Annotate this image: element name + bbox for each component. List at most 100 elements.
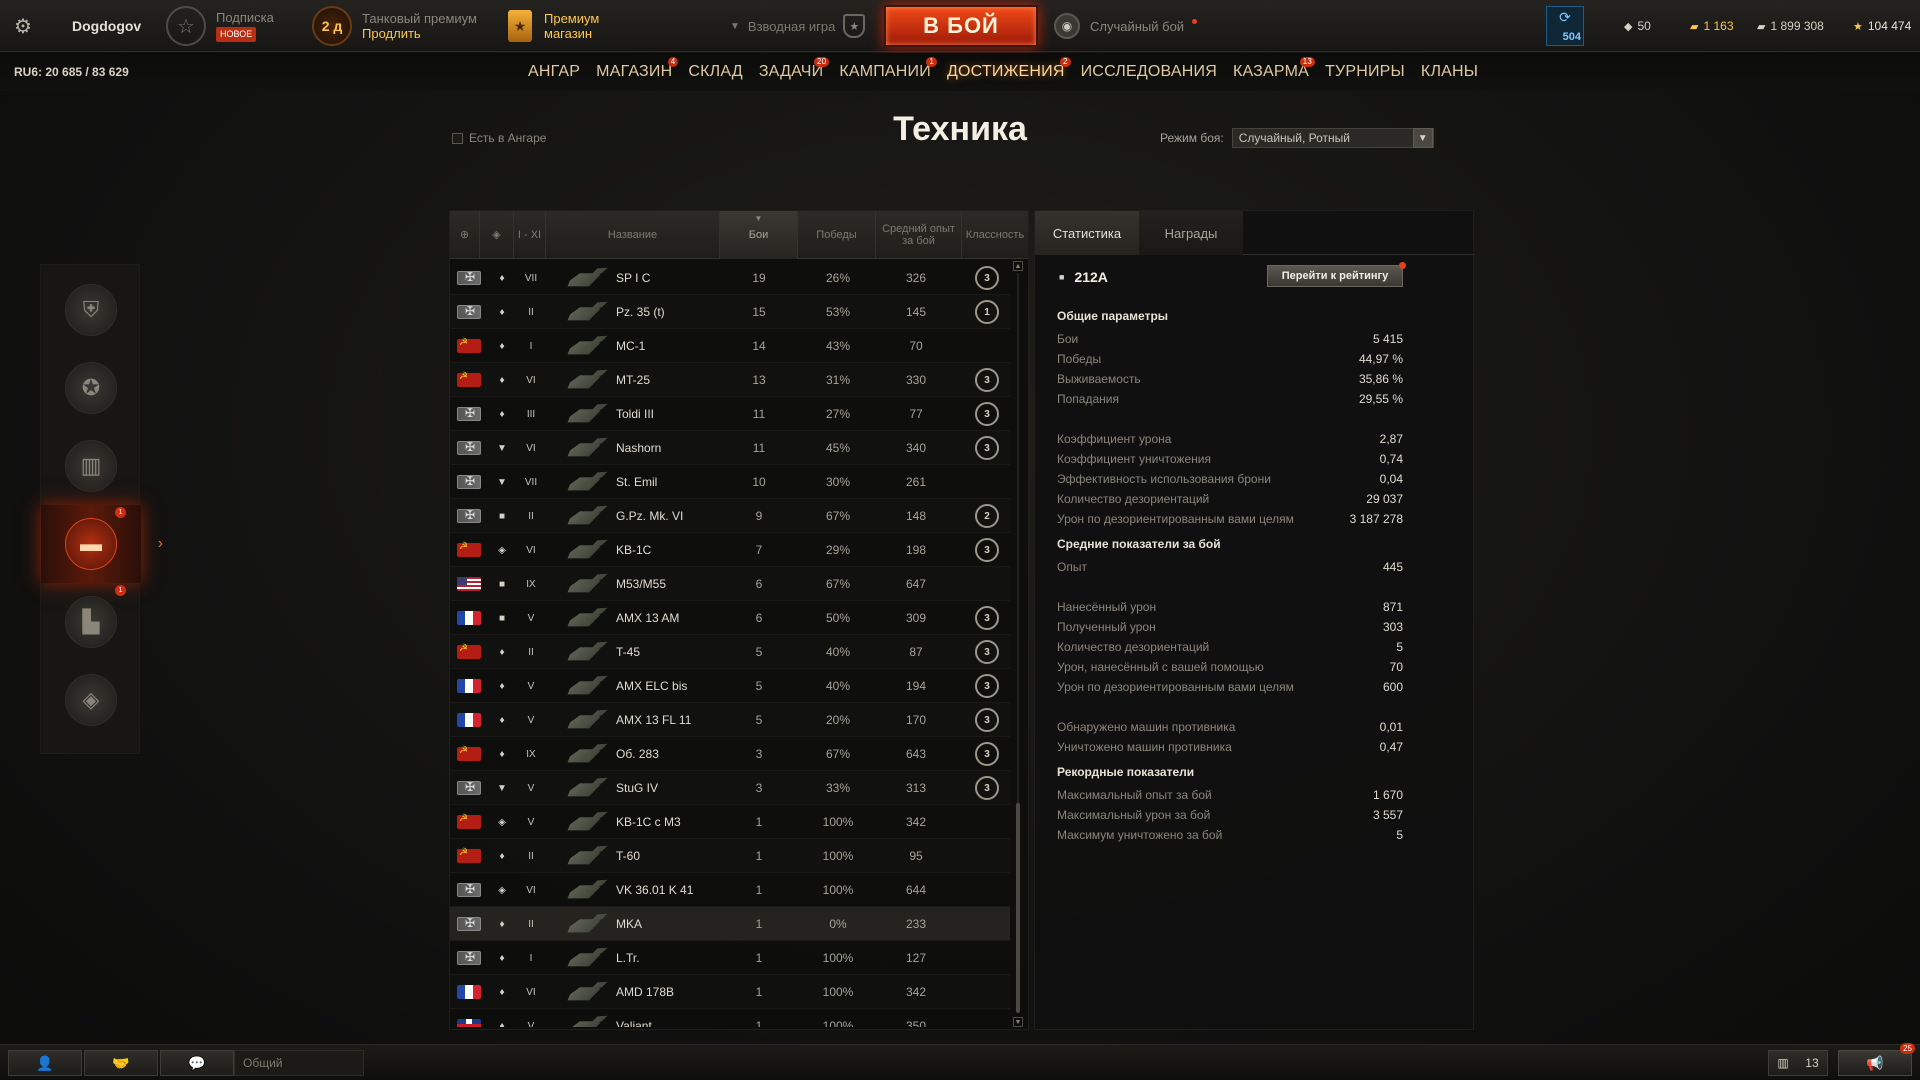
in-hangar-checkbox[interactable]	[452, 132, 463, 144]
vehicle-name: AMD 178B	[616, 985, 675, 999]
experience-box[interactable]: ⟳ 504	[1546, 6, 1584, 46]
nav-item[interactable]: ТУРНИРЫ	[1325, 63, 1405, 81]
battle-mode-dropdown[interactable]: Случайный, Ротный ▼	[1231, 128, 1434, 148]
table-row[interactable]: ♦ V Valiant 1 100% 350	[450, 1009, 1010, 1027]
nav-item[interactable]: КАМПАНИИ 1	[839, 57, 937, 81]
nav-item[interactable]: ИССЛЕДОВАНИЯ	[1081, 63, 1217, 81]
table-row[interactable]: ♦ V AMX ELC bis 5 40% 194 3	[450, 669, 1010, 703]
nav-item[interactable]: КАЗАРМА 13	[1233, 57, 1316, 81]
avg-xp: 261	[905, 475, 927, 489]
table-row[interactable]: ▼ VII St. Emil 10 30% 261	[450, 465, 1010, 499]
table-scrollbar[interactable]: ▲ ▼	[1013, 251, 1023, 1031]
nav-item[interactable]: АНГАР	[528, 63, 580, 81]
free-xp-currency[interactable]: ★ 104 474	[1853, 0, 1911, 52]
table-row[interactable]: ■ II G.Pz. Mk. VI 9 67% 148 2	[450, 499, 1010, 533]
nation-flag	[456, 601, 482, 635]
flag-icon	[457, 541, 481, 557]
nav-item[interactable]: ЗАДАЧИ 20	[759, 57, 830, 81]
sidebar-item-summary[interactable]: ⛨	[41, 271, 141, 349]
win-rate: 29%	[825, 543, 851, 557]
tab-statistics[interactable]: Статистика	[1035, 211, 1139, 255]
wins-column-header[interactable]: Победы	[798, 211, 876, 259]
sidebar-item-layers[interactable]: ◈	[41, 661, 141, 739]
nation-flag	[456, 771, 482, 805]
stat-label: Эффективность использования брони	[1057, 472, 1271, 486]
sidebar-item-vehicles[interactable]: ▬ 1 ›	[41, 505, 163, 583]
stats-tabs: Статистика Награды	[1035, 211, 1475, 255]
scroll-down-arrow-icon[interactable]: ▼	[1013, 1017, 1023, 1027]
tank-icon	[562, 465, 618, 499]
avg-xp-column-header[interactable]: Средний опыт за бой	[876, 211, 962, 259]
table-row[interactable]: ▼ VI Nashorn 11 45% 340 3	[450, 431, 1010, 465]
nav-item[interactable]: КЛАНЫ	[1421, 63, 1478, 81]
battles-count: 1	[755, 985, 763, 999]
sidebar-item-statistics[interactable]: ▥	[41, 427, 141, 505]
stat-value: 5	[1396, 828, 1403, 842]
sidebar-item-awards[interactable]: ✪	[41, 349, 141, 427]
nation-flag	[456, 567, 482, 601]
table-row[interactable]: ■ IX M53/M55 6 67% 647	[450, 567, 1010, 601]
win-rate: 67%	[825, 509, 851, 523]
nav-item[interactable]: ДОСТИЖЕНИЯ 2	[947, 57, 1071, 81]
referral-button[interactable]: 🤝	[84, 1050, 158, 1076]
table-row[interactable]: ♦ IX Об. 283 3 67% 643 3	[450, 737, 1010, 771]
table-row[interactable]: ♦ II T-45 5 40% 87 3	[450, 635, 1010, 669]
top-bar: ⚙ Dogdogov ☆ Подписка НОВОЕ 2 д Танковый…	[0, 0, 1920, 52]
table-row[interactable]: ◈ VI KB-1C 7 29% 198 3	[450, 533, 1010, 567]
session-count: 13	[1805, 1056, 1819, 1070]
platoon-button[interactable]: ▼ Взводная игра ★	[730, 0, 866, 52]
mastery-cell: 3	[962, 771, 1010, 805]
table-row[interactable]: ♦ I L.Tr. 1 100% 127	[450, 941, 1010, 975]
name-column-header[interactable]: Название	[546, 211, 720, 259]
battle-button[interactable]: В БОЙ	[884, 5, 1038, 47]
battles-count: 14	[752, 339, 766, 353]
settings-gear-icon[interactable]: ⚙	[10, 0, 36, 52]
table-row[interactable]: ♦ II MKA 1 0% 233	[450, 907, 1010, 941]
subscription-button[interactable]: ☆ Подписка НОВОЕ	[166, 0, 274, 52]
stat-row: Опыт 445	[1057, 557, 1403, 577]
username[interactable]: Dogdogov	[72, 0, 141, 52]
nav-item[interactable]: МАГАЗИН 4	[596, 57, 679, 81]
in-hangar-filter[interactable]: Есть в Ангаре	[452, 131, 546, 145]
notifications-button[interactable]: 📢 25	[1838, 1043, 1915, 1076]
go-to-rating-button[interactable]: Перейти к рейтингу	[1267, 262, 1406, 287]
battle-mode-dropdown-value: Случайный, Ротный	[1238, 131, 1350, 145]
session-stats-button[interactable]: ▥ 13	[1768, 1050, 1828, 1076]
table-row[interactable]: ◈ VI VK 36.01 K 41 1 100% 644	[450, 873, 1010, 907]
battles-column-header[interactable]: ▼ Бои	[720, 211, 798, 259]
vehicle-tier: II	[528, 306, 534, 318]
table-row[interactable]: ♦ II Pz. 35 (t) 15 53% 145 1	[450, 295, 1010, 329]
scroll-thumb[interactable]	[1016, 803, 1020, 1013]
table-row[interactable]: ♦ VII SP I C 19 26% 326 3	[450, 261, 1010, 295]
table-row[interactable]: ♦ III Toldi III 11 27% 77 3	[450, 397, 1010, 431]
bonds-currency[interactable]: ◆ 50	[1624, 0, 1651, 52]
table-row[interactable]: ♦ VI MT-25 13 31% 330 3	[450, 363, 1010, 397]
win-rate: 67%	[825, 747, 851, 761]
table-row[interactable]: ▼ V StuG IV 3 33% 313 3	[450, 771, 1010, 805]
tank-premium-button[interactable]: 2 д Танковый премиум Продлить	[312, 0, 477, 52]
nation-column-header[interactable]: ⊕	[450, 211, 480, 259]
scroll-up-arrow-icon[interactable]: ▲	[1013, 261, 1023, 271]
gold-currency[interactable]: ▰ 1 163	[1690, 0, 1734, 52]
table-row[interactable]: ■ V AMX 13 AM 6 50% 309 3	[450, 601, 1010, 635]
chat-button[interactable]: 💬	[160, 1050, 234, 1076]
table-row[interactable]: ♦ I MC-1 14 43% 70	[450, 329, 1010, 363]
stat-label: Опыт	[1057, 560, 1087, 574]
type-column-header[interactable]: ◈	[480, 211, 514, 259]
credits-currency[interactable]: ▰ 1 899 308	[1757, 0, 1824, 52]
table-row[interactable]: ♦ II T-60 1 100% 95	[450, 839, 1010, 873]
tab-awards[interactable]: Награды	[1139, 211, 1243, 255]
sidebar-item-ranks[interactable]: ▙ 1	[41, 583, 141, 661]
table-row[interactable]: ◈ V KB-1C с M3 1 100% 342	[450, 805, 1010, 839]
battle-mode-selector[interactable]: ◉ Случайный бой	[1054, 0, 1198, 52]
vehicle-name: Pz. 35 (t)	[616, 305, 665, 319]
premium-shop-button[interactable]: ★ Премиум магазин	[508, 0, 599, 52]
vehicle-name: AMX 13 FL 11	[616, 713, 692, 727]
table-row[interactable]: ♦ VI AMD 178B 1 100% 342	[450, 975, 1010, 1009]
extend-link[interactable]: Продлить	[362, 26, 477, 41]
contacts-button[interactable]: 👤	[8, 1050, 82, 1076]
nav-item[interactable]: СКЛАД	[688, 63, 742, 81]
tier-column-header[interactable]: I - XI	[514, 211, 546, 259]
table-row[interactable]: ♦ V AMX 13 FL 11 5 20% 170 3	[450, 703, 1010, 737]
chat-channel-input[interactable]: Общий	[234, 1050, 364, 1076]
